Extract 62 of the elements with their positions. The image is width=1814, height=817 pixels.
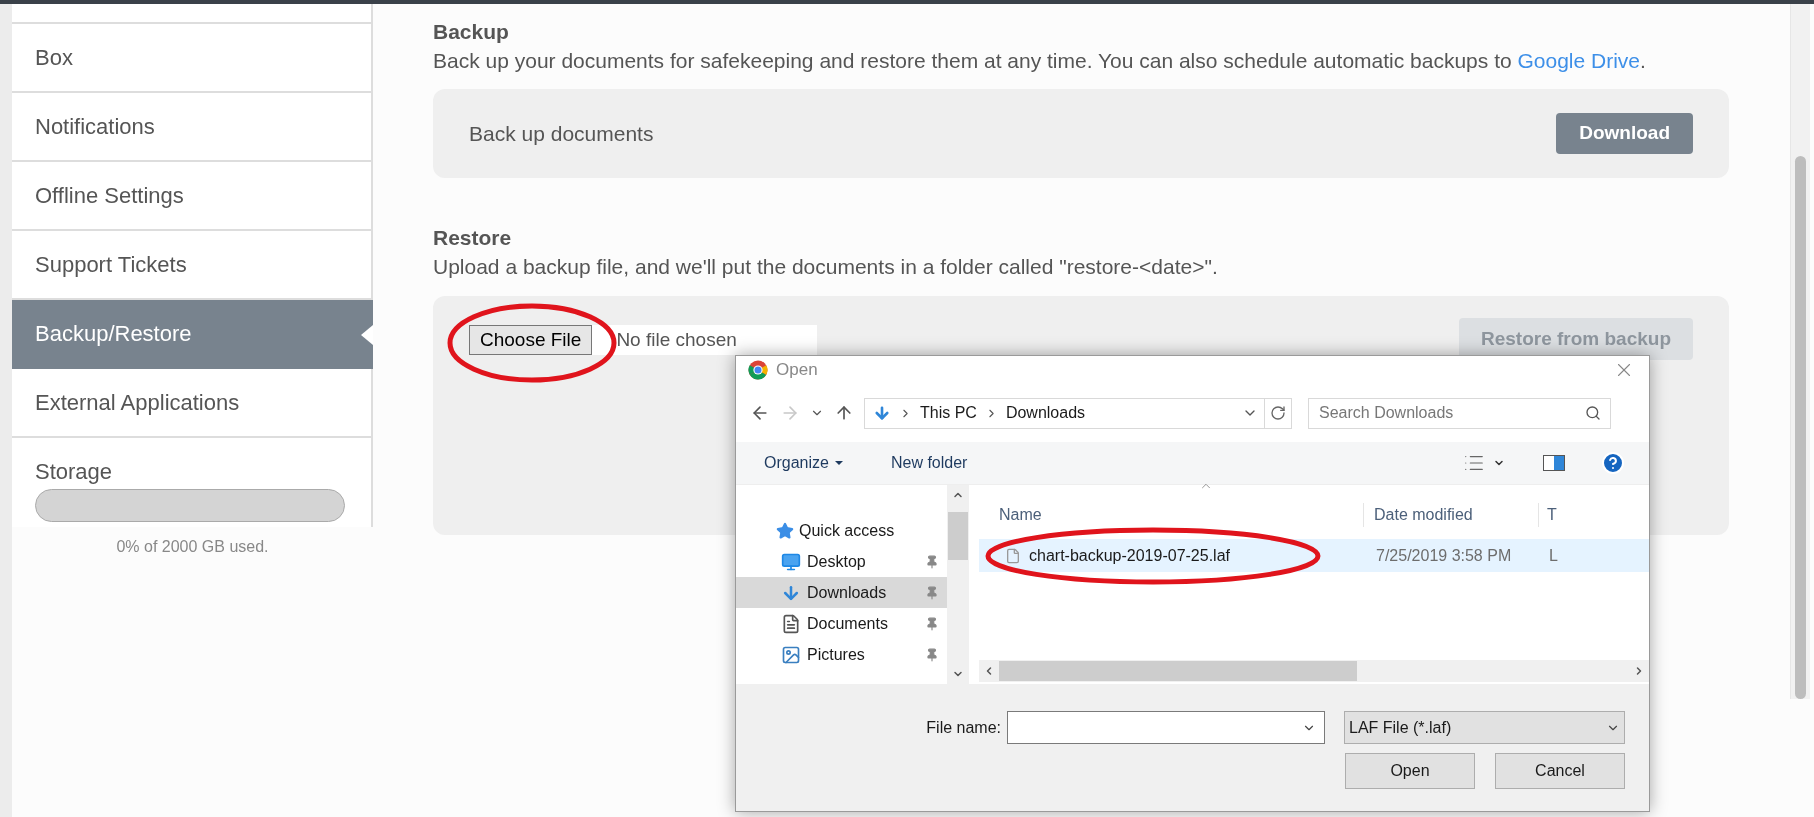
column-header[interactable]: Date modified: [1364, 503, 1539, 527]
card-label: Back up documents: [469, 120, 654, 147]
dialog-title: Open: [776, 359, 818, 382]
preview-pane-icon[interactable]: [1543, 455, 1565, 471]
download-arrow-icon: [873, 404, 891, 422]
file-status: No file chosen: [616, 327, 737, 352]
nav-item[interactable]: Documents: [736, 608, 947, 639]
nav-label: Desktop: [807, 551, 866, 572]
nav-label: Documents: [807, 613, 888, 634]
section-heading: Restore: [433, 225, 512, 251]
choose-file-button[interactable]: Choose File: [469, 325, 593, 355]
nav-label: Quick access: [799, 520, 895, 541]
sidebar-item[interactable]: Notifications: [12, 93, 373, 162]
breadcrumb-item[interactable]: This PC: [920, 401, 977, 425]
sidebar-item[interactable]: Offline Settings: [12, 162, 373, 231]
section-description: Upload a backup file, and we'll put the documents in a folder called "restore-<date>".: [433, 254, 1218, 280]
nav-item[interactable]: Quick access: [736, 515, 947, 546]
sidebar-item[interactable]: External Applications: [12, 369, 373, 438]
pin-icon[interactable]: [925, 616, 939, 631]
breadcrumb-item[interactable]: Downloads: [1005, 401, 1086, 425]
file-row[interactable]: chart-backup-2019-07-25.laf 7/25/2019 3:58 PM L: [979, 539, 1649, 572]
nav-item[interactable]: Pictures: [736, 639, 947, 670]
organize-button[interactable]: Organize: [764, 451, 843, 475]
nav-item[interactable]: Downloads: [736, 577, 947, 608]
file-name-field[interactable]: [1007, 711, 1325, 744]
dialog-button[interactable]: Cancel: [1495, 753, 1625, 789]
scrollbar-thumb[interactable]: [948, 511, 968, 560]
search-icon: [1585, 404, 1601, 421]
sidebar-item[interactable]: Backup/Restore: [12, 300, 373, 369]
new-folder-button[interactable]: New folder: [890, 451, 968, 475]
star-icon: [776, 521, 794, 540]
download-button[interactable]: Download: [1556, 113, 1693, 154]
nav-label: Pictures: [807, 644, 865, 665]
sidebar-item[interactable]: Box: [12, 24, 373, 93]
sidebar-item[interactable]: Support Tickets: [12, 231, 373, 300]
search-field[interactable]: Search Downloads: [1308, 397, 1611, 429]
refresh-icon[interactable]: [1270, 405, 1286, 421]
document-icon: [781, 613, 801, 634]
scrollbar-thumb[interactable]: [999, 661, 1357, 681]
file-name: chart-backup-2019-07-25.laf: [1029, 545, 1230, 566]
section-description: Back up your documents for safekeeping and restore them at any time. You can also schedule automatic backups to Google Drive.: [433, 48, 1646, 74]
column-header[interactable]: Name: [979, 503, 1364, 527]
browser-logo-icon: [748, 360, 768, 380]
column-header[interactable]: T: [1539, 503, 1557, 527]
address-bar[interactable]: This PC Downloads: [864, 397, 1292, 429]
pin-icon[interactable]: [925, 554, 939, 569]
file-type-select[interactable]: LAF File (*.laf): [1344, 711, 1625, 744]
file-date: 7/25/2019 3:58 PM: [1375, 545, 1513, 566]
storage-label: Storage: [35, 458, 114, 486]
dialog-button[interactable]: Open: [1345, 753, 1475, 789]
picture-icon: [781, 644, 801, 665]
pin-icon[interactable]: [925, 647, 939, 662]
scrollbar-thumb[interactable]: [1795, 156, 1806, 699]
help-icon[interactable]: [1601, 451, 1625, 475]
desktop-icon: [781, 551, 801, 572]
nav-item[interactable]: Desktop: [736, 546, 947, 577]
file-type: L: [1548, 545, 1558, 566]
nav-label: Downloads: [807, 582, 887, 603]
section-heading: Backup: [433, 19, 509, 45]
file-name-label: File name:: [926, 717, 1001, 738]
storage-usage: 0% of 2000 GB used.: [116, 537, 269, 557]
file-icon: [1005, 547, 1021, 564]
